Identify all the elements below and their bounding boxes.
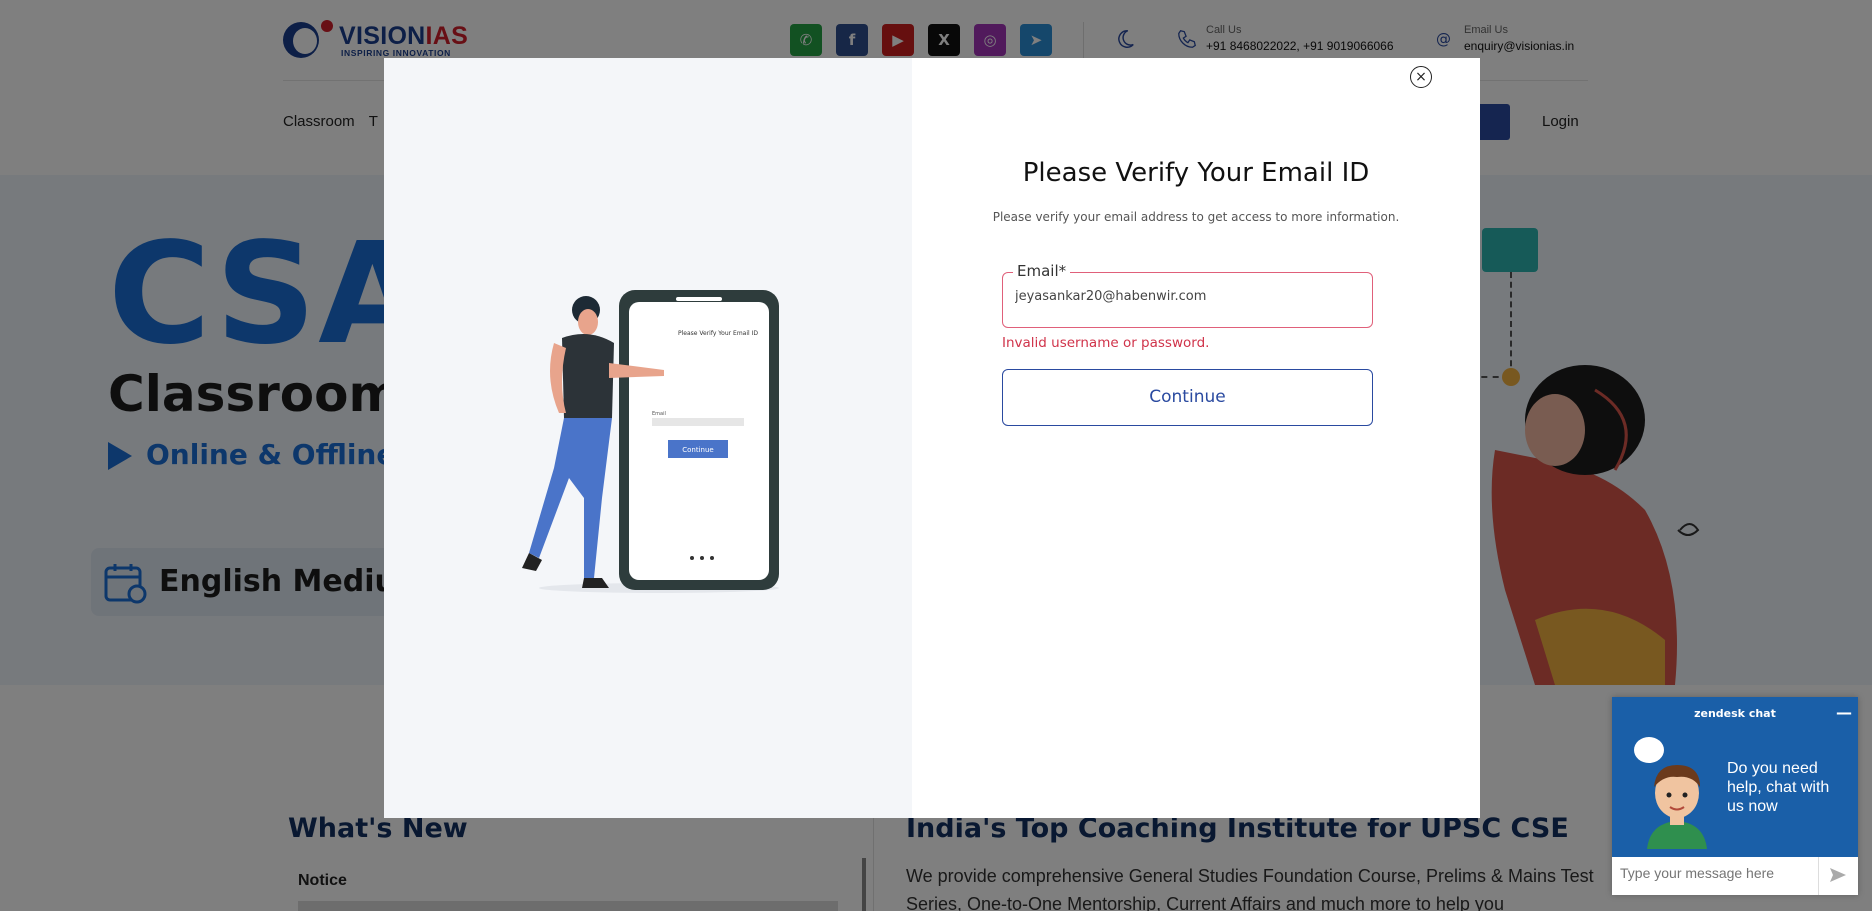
chat-prompt: Do you need help, chat with us now [1727, 760, 1830, 815]
send-icon[interactable] [1828, 865, 1848, 885]
phone-screen-title: Please Verify Your Email ID [678, 330, 758, 337]
continue-button[interactable]: Continue [1002, 369, 1373, 426]
divider [1818, 857, 1819, 895]
chat-message-input[interactable] [1620, 865, 1816, 881]
phone-screen-button: Continue [682, 446, 713, 454]
phone-screen-email-label: Email [652, 411, 666, 417]
chat-title: zendesk chat [1694, 707, 1776, 720]
zendesk-chat-widget: zendesk chat — Do you need help, chat wi… [1612, 697, 1858, 895]
modal-subtitle: Please verify your email address to get … [992, 210, 1400, 224]
minimize-icon[interactable]: — [1836, 703, 1852, 722]
modal-illustration-panel: Please Verify Your Email ID Email Contin… [384, 58, 912, 818]
verify-email-modal: Please Verify Your Email ID Email Contin… [384, 58, 1480, 818]
email-field[interactable]: Email* [1002, 262, 1373, 328]
close-icon[interactable]: × [1410, 66, 1432, 88]
phone-illustration: Please Verify Your Email ID Email Contin… [522, 290, 779, 593]
error-message: Invalid username or password. [1002, 335, 1210, 351]
email-input[interactable] [1015, 289, 1355, 304]
modal-title: Please Verify Your Email ID [1022, 158, 1370, 188]
agent-avatar [1647, 765, 1707, 849]
email-field-label: Email* [1013, 262, 1071, 280]
